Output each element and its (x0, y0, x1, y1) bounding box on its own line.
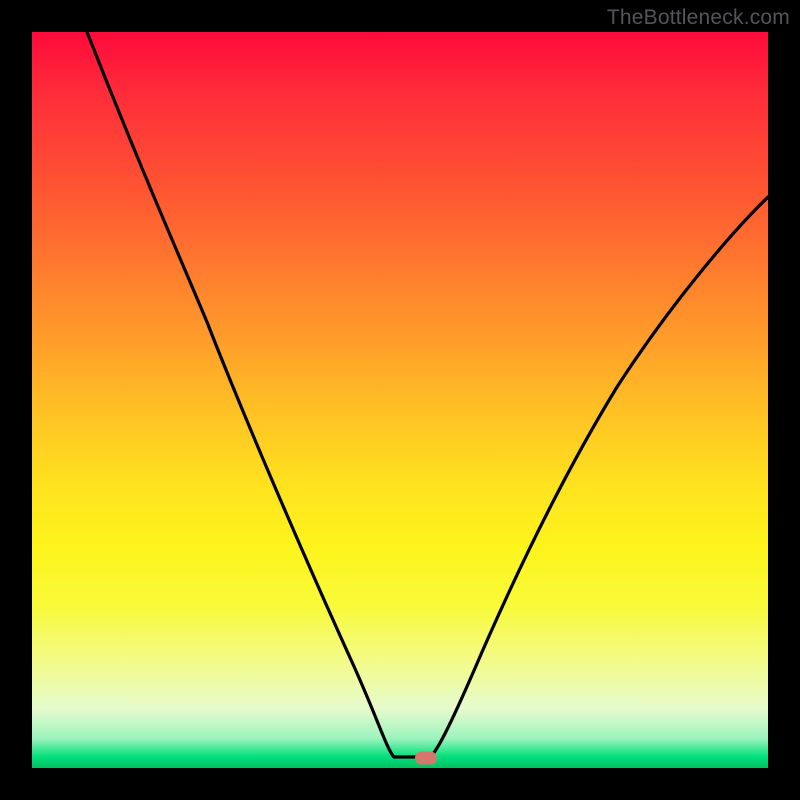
chart-frame: TheBottleneck.com (0, 0, 800, 800)
bottleneck-curve (32, 32, 768, 768)
plot-area (32, 32, 768, 768)
curve-path (87, 32, 768, 757)
watermark-text: TheBottleneck.com (607, 6, 790, 30)
optimal-point-marker (415, 751, 437, 764)
